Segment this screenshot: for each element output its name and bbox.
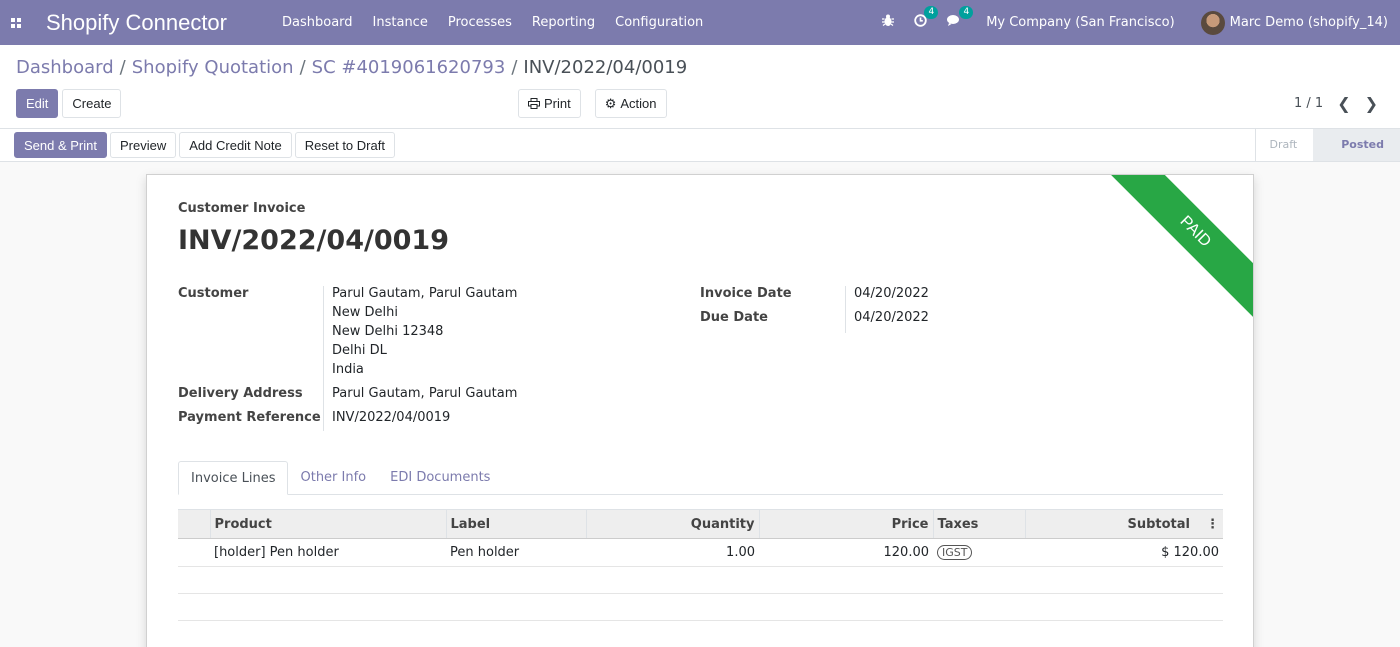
status-bar: Send & Print Preview Add Credit Note Res… (0, 129, 1400, 162)
printer-icon (528, 98, 540, 109)
table-row-empty (178, 566, 1223, 594)
pager-value[interactable]: 1 / 1 (1294, 96, 1323, 111)
stage-draft: Draft (1254, 129, 1314, 161)
line-price: 120.00 (759, 538, 933, 567)
menu-instance[interactable]: Instance (363, 0, 438, 45)
document-type: Customer Invoice (178, 201, 306, 216)
notebook-tabs: Invoice Lines Other Info EDI Documents (178, 461, 1223, 495)
delivery-address-label: Delivery Address (178, 386, 303, 401)
invoice-lines-table: Product Label Quantity Price Taxes Subto… (178, 509, 1223, 621)
tab-edi-documents[interactable]: EDI Documents (378, 461, 502, 494)
send-print-button[interactable]: Send & Print (14, 132, 107, 158)
pager: 1 / 1 ❮ ❯ (1294, 89, 1378, 118)
tab-other-info[interactable]: Other Info (288, 461, 378, 494)
line-label: Pen holder (446, 538, 586, 567)
line-subtotal: $ 120.00 (1025, 538, 1223, 567)
address-line: New Delhi (332, 305, 398, 320)
table-row-empty (178, 593, 1223, 621)
reset-to-draft-button[interactable]: Reset to Draft (294, 132, 395, 158)
create-button[interactable]: Create (62, 89, 122, 118)
payment-reference-value: INV/2022/04/0019 (332, 410, 451, 425)
status-stages: Draft Posted (1254, 129, 1400, 161)
avatar (1200, 10, 1225, 35)
breadcrumb-shopify-quotation[interactable]: Shopify Quotation (132, 57, 294, 78)
top-navbar: Shopify Connector Dashboard Instance Pro… (0, 0, 1400, 45)
column-price[interactable]: Price (758, 509, 933, 539)
line-quantity: 1.00 (586, 538, 759, 567)
delivery-address-link[interactable]: Parul Gautam, Parul Gautam (332, 386, 517, 401)
print-button[interactable]: Print (518, 89, 581, 118)
invoice-date-value: 04/20/2022 (854, 286, 929, 301)
column-subtotal[interactable]: Subtotal ⋮ (1024, 509, 1223, 539)
stage-posted: Posted (1313, 129, 1400, 161)
payment-reference-label: Payment Reference (178, 410, 321, 425)
activity-count-badge: 4 (924, 6, 939, 19)
handle-column (178, 509, 210, 539)
address-line: Delhi DL (332, 343, 387, 358)
column-product[interactable]: Product (209, 509, 446, 539)
due-date-label: Due Date (700, 310, 768, 325)
kebab-icon[interactable]: ⋮ (1206, 517, 1219, 532)
address-line: India (332, 362, 364, 377)
apps-icon[interactable] (0, 0, 32, 45)
add-credit-note-button[interactable]: Add Credit Note (179, 132, 292, 158)
menu-processes[interactable]: Processes (438, 0, 522, 45)
line-product: [holder] Pen holder (210, 538, 446, 567)
chat-icon[interactable]: 4 (947, 6, 974, 31)
action-button[interactable]: ⚙ Action (594, 89, 667, 118)
tax-badge: IGST (937, 545, 973, 560)
breadcrumb: Dashboard / Shopify Quotation / SC #40190616… (16, 57, 688, 78)
invoice-sheet: PAID Customer Invoice INV/2022/04/0019 C… (146, 174, 1254, 647)
preview-button[interactable]: Preview (110, 132, 177, 158)
menu-reporting[interactable]: Reporting (522, 0, 605, 45)
chevron-left-icon[interactable]: ❮ (1337, 94, 1350, 113)
user-menu[interactable]: Marc Demo (shopify_14) (1200, 10, 1388, 35)
systray: 4 4 My Company (San Francisco) Marc Demo… (872, 0, 1388, 45)
customer-label: Customer (178, 286, 249, 301)
column-taxes[interactable]: Taxes (932, 509, 1025, 539)
breadcrumb-current: INV/2022/04/0019 (523, 57, 688, 78)
address-line: New Delhi 12348 (332, 324, 444, 339)
menu-configuration[interactable]: Configuration (605, 0, 713, 45)
column-quantity[interactable]: Quantity (585, 509, 759, 539)
action-label: Action (620, 96, 657, 111)
user-name: Marc Demo (shopify_14) (1229, 15, 1388, 30)
paid-ribbon: PAID (1107, 175, 1253, 320)
control-panel: Dashboard / Shopify Quotation / SC #40190616… (0, 45, 1400, 129)
column-label[interactable]: Label (445, 509, 586, 539)
tab-invoice-lines[interactable]: Invoice Lines (178, 461, 289, 495)
main-menu: Dashboard Instance Processes Reporting C… (272, 0, 713, 45)
menu-dashboard[interactable]: Dashboard (272, 0, 363, 45)
invoice-date-label: Invoice Date (700, 286, 792, 301)
breadcrumb-order[interactable]: SC #4019061620793 (312, 57, 506, 78)
clock-icon[interactable]: 4 (914, 6, 939, 31)
message-count-badge: 4 (959, 6, 974, 19)
app-name[interactable]: Shopify Connector (46, 10, 272, 36)
company-switcher[interactable]: My Company (San Francisco) (986, 15, 1174, 30)
gear-icon: ⚙ (604, 95, 617, 111)
invoice-number: INV/2022/04/0019 (178, 225, 449, 256)
chevron-right-icon[interactable]: ❯ (1365, 94, 1378, 113)
table-header: Product Label Quantity Price Taxes Subto… (178, 509, 1223, 539)
breadcrumb-dashboard[interactable]: Dashboard (16, 57, 114, 78)
edit-button[interactable]: Edit (16, 89, 59, 118)
bug-icon[interactable] (882, 14, 895, 31)
table-row[interactable]: [holder] Pen holder Pen holder 1.00 120.… (178, 538, 1223, 567)
customer-link[interactable]: Parul Gautam, Parul Gautam (332, 286, 517, 301)
print-label: Print (544, 96, 571, 111)
due-date-value: 04/20/2022 (854, 310, 929, 325)
